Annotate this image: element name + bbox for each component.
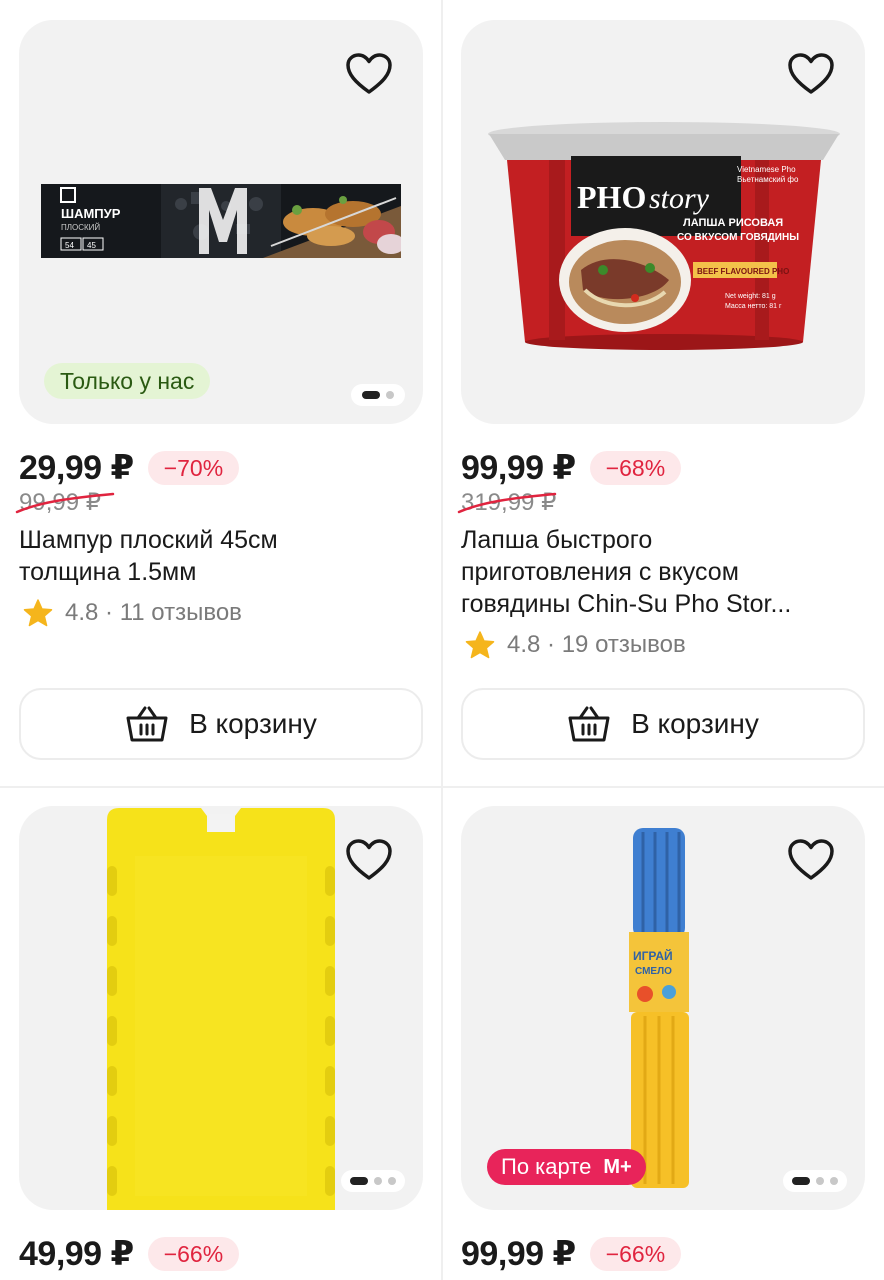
loyalty-card-logo: M+ bbox=[603, 1156, 632, 1178]
strikethrough-mark bbox=[15, 492, 115, 514]
basket-icon bbox=[126, 706, 168, 742]
package-size-2: 45 bbox=[87, 241, 96, 250]
noodle-side1: Vietnamese Pho bbox=[737, 165, 796, 174]
card-price-badge: По карте M+ bbox=[487, 1149, 646, 1185]
noodle-line2: СО ВКУСОМ ГОВЯДИНЫ bbox=[677, 232, 799, 243]
carousel-dot bbox=[792, 1177, 810, 1185]
rating-row[interactable]: 4.8 · 19 отзывов bbox=[461, 630, 865, 660]
product-card-skewer[interactable]: 54 ШАМПУР ПЛОСКИЙ 54 45 Только у нас 29,… bbox=[15, 20, 423, 760]
review-count: 11 отзывов bbox=[119, 599, 242, 626]
carousel-dot bbox=[362, 391, 380, 399]
rating-separator: · bbox=[540, 631, 562, 658]
rating-separator: · bbox=[98, 599, 120, 626]
product-image-container[interactable]: ИГРАЙ СМЕЛО По карте M+ bbox=[461, 806, 865, 1210]
current-price: 29,99 ₽ bbox=[19, 449, 134, 487]
favorite-heart-icon[interactable] bbox=[345, 52, 393, 96]
review-count: 19 отзывов bbox=[561, 631, 686, 658]
product-card-water-toy[interactable]: ИГРАЙ СМЕЛО По карте M+ 99,99 ₽ −66% bbox=[461, 806, 865, 1273]
product-title-line[interactable]: Шампур плоский 45см bbox=[19, 524, 409, 556]
rating-value: 4.8 bbox=[65, 599, 99, 626]
old-price: 319,99 ₽ bbox=[457, 488, 556, 518]
image-carousel-indicator[interactable] bbox=[351, 384, 405, 406]
rating-value: 4.8 bbox=[507, 631, 541, 658]
discount-badge: −66% bbox=[147, 1237, 240, 1271]
star-icon bbox=[23, 599, 53, 627]
noodle-side2: Вьетнамский фо bbox=[737, 175, 799, 184]
add-to-cart-button[interactable]: В корзину bbox=[461, 688, 865, 760]
exclusive-badge: Только у нас bbox=[44, 363, 211, 399]
add-to-cart-label: В корзину bbox=[631, 708, 759, 739]
product-image-container[interactable] bbox=[19, 806, 423, 1210]
product-title-line[interactable]: Лапша быстрого bbox=[461, 524, 851, 556]
package-title-text: ШАМПУР bbox=[61, 206, 121, 221]
row-divider bbox=[0, 786, 884, 788]
discount-badge: −66% bbox=[589, 1237, 682, 1271]
noodle-weight2: Масса нетто: 81 г bbox=[725, 303, 782, 310]
price-row: 29,99 ₽ −70% bbox=[19, 449, 423, 487]
toy-label-2: СМЕЛО bbox=[635, 966, 672, 977]
image-carousel-indicator[interactable] bbox=[783, 1170, 847, 1192]
strikethrough-mark bbox=[457, 492, 557, 514]
yellow-ice-pack-image bbox=[107, 808, 335, 1210]
carousel-dot bbox=[816, 1177, 824, 1185]
add-to-cart-label: В корзину bbox=[189, 708, 317, 739]
favorite-heart-icon[interactable] bbox=[787, 52, 835, 96]
current-price: 49,99 ₽ bbox=[19, 1235, 134, 1273]
price-row: 99,99 ₽ −68% bbox=[461, 449, 865, 487]
skewer-package-image: 54 ШАМПУР ПЛОСКИЙ 54 45 bbox=[41, 184, 401, 258]
carousel-dot bbox=[350, 1177, 368, 1185]
brand-pho-text: PHO bbox=[577, 179, 646, 215]
brand-story-text: story bbox=[649, 182, 710, 215]
product-title-line[interactable]: приготовления с вкусом bbox=[461, 556, 851, 588]
carousel-dot bbox=[386, 391, 394, 399]
basket-icon bbox=[568, 706, 610, 742]
product-image-container[interactable]: PHO story ЛАПША РИСОВАЯ СО ВКУСОМ ГОВЯДИ… bbox=[461, 20, 865, 424]
carousel-dot bbox=[374, 1177, 382, 1185]
toy-label-1: ИГРАЙ bbox=[633, 948, 673, 963]
image-carousel-indicator[interactable] bbox=[341, 1170, 405, 1192]
product-title-line[interactable]: говядины Chin-Su Pho Stor... bbox=[461, 588, 851, 620]
noodle-tag: BEEF FLAVOURED PHO bbox=[697, 267, 789, 276]
star-icon bbox=[465, 631, 495, 659]
discount-badge: −68% bbox=[589, 451, 682, 485]
discount-badge: −70% bbox=[147, 451, 240, 485]
water-blaster-toy-image: ИГРАЙ СМЕЛО bbox=[629, 828, 689, 1188]
product-grid: 54 ШАМПУР ПЛОСКИЙ 54 45 Только у нас 29,… bbox=[0, 0, 884, 1280]
price-row: 49,99 ₽ −66% bbox=[19, 1235, 423, 1273]
noodle-bowl-image: PHO story ЛАПША РИСОВАЯ СО ВКУСОМ ГОВЯДИ… bbox=[488, 122, 840, 350]
product-image-container[interactable]: 54 ШАМПУР ПЛОСКИЙ 54 45 Только у нас bbox=[19, 20, 423, 424]
product-card-ice-pack[interactable]: 49,99 ₽ −66% bbox=[19, 806, 423, 1273]
carousel-dot bbox=[830, 1177, 838, 1185]
noodle-line1: ЛАПША РИСОВАЯ bbox=[683, 217, 783, 229]
product-title-line[interactable]: толщина 1.5мм bbox=[19, 556, 409, 588]
noodle-weight1: Net weight: 81 g bbox=[725, 293, 776, 300]
product-card-noodles[interactable]: PHO story ЛАПША РИСОВАЯ СО ВКУСОМ ГОВЯДИ… bbox=[457, 20, 865, 760]
favorite-heart-icon[interactable] bbox=[787, 838, 835, 882]
favorite-heart-icon[interactable] bbox=[345, 838, 393, 882]
old-price: 99,99 ₽ bbox=[15, 488, 115, 518]
column-divider bbox=[441, 0, 443, 1280]
add-to-cart-button[interactable]: В корзину bbox=[19, 688, 423, 760]
rating-row[interactable]: 4.8 · 11 отзывов bbox=[19, 598, 423, 628]
package-size-1: 54 bbox=[65, 241, 74, 250]
package-subtitle-text: ПЛОСКИЙ bbox=[61, 223, 100, 232]
current-price: 99,99 ₽ bbox=[461, 1235, 576, 1273]
price-row: 99,99 ₽ −66% bbox=[461, 1235, 865, 1273]
carousel-dot bbox=[388, 1177, 396, 1185]
current-price: 99,99 ₽ bbox=[461, 449, 576, 487]
card-price-label: По карте bbox=[501, 1154, 592, 1179]
